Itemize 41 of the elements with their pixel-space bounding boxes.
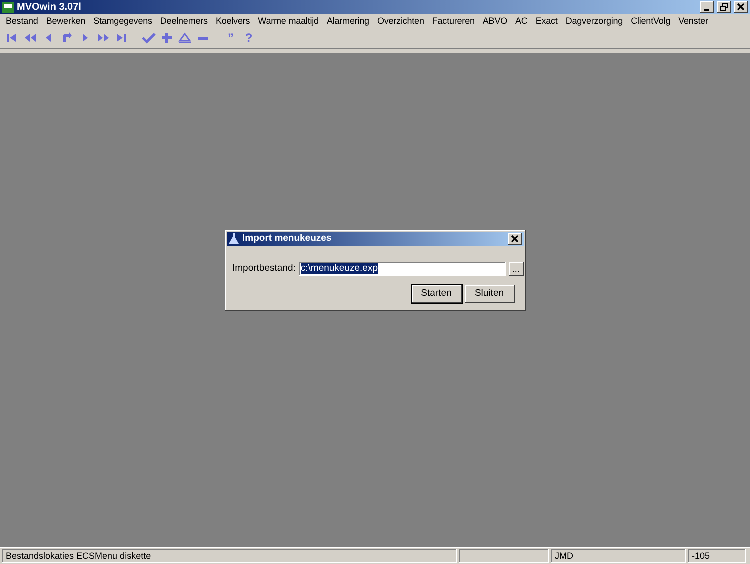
status-panel: Bestandslokaties ECSMenu diskette xyxy=(2,549,457,563)
last-icon[interactable] xyxy=(114,31,128,45)
close-icon xyxy=(510,234,518,242)
restore-button[interactable] xyxy=(717,1,731,13)
plus-icon[interactable] xyxy=(160,31,174,45)
menu-item[interactable]: Dagverzorging xyxy=(562,16,628,26)
browse-button[interactable]: ... xyxy=(508,262,524,276)
menu-item[interactable]: Bewerken xyxy=(42,16,90,26)
menu-item[interactable]: Factureren xyxy=(428,16,479,26)
dialog-title: Import menukeuzes xyxy=(242,233,333,244)
menu-item[interactable]: Alarmering xyxy=(322,16,374,26)
window-title: MVOwin 3.07l xyxy=(17,2,82,12)
status-panel: JMD xyxy=(551,549,686,563)
menu-item[interactable]: ClientVolg xyxy=(627,16,675,26)
minimize-button[interactable] xyxy=(700,1,714,13)
menu-item[interactable]: AC xyxy=(512,16,532,26)
restore-icon xyxy=(720,3,728,11)
menu-item[interactable]: Bestand xyxy=(2,16,42,26)
menu-item[interactable]: Deelnemers xyxy=(156,16,212,26)
fast-forward-icon[interactable] xyxy=(96,31,110,45)
field-label: Importbestand: xyxy=(232,263,296,274)
file-input-field[interactable]: c:\menukeuze.exp xyxy=(298,262,506,276)
triangle-icon[interactable] xyxy=(178,31,192,45)
menu-item[interactable]: Exact xyxy=(532,16,562,26)
close-button[interactable] xyxy=(508,232,522,244)
menu-item[interactable]: Koelvers xyxy=(212,16,254,26)
menu-item[interactable]: Stamgegevens xyxy=(90,16,156,26)
close-dialog-button[interactable]: Sluiten xyxy=(464,284,514,302)
start-button[interactable]: Starten xyxy=(412,284,462,302)
menu-item[interactable]: Warme maaltijd xyxy=(254,16,323,26)
flask-icon xyxy=(228,233,238,244)
close-icon xyxy=(737,3,745,11)
close-button[interactable] xyxy=(734,1,748,13)
check-icon[interactable] xyxy=(142,31,156,45)
refresh-icon[interactable] xyxy=(60,31,74,45)
menu-item[interactable]: ABVO xyxy=(478,16,512,26)
app-logo-icon xyxy=(2,2,14,12)
menu-item[interactable]: Venster xyxy=(674,16,712,26)
menu-item[interactable]: Overzichten xyxy=(373,16,428,26)
status-panel: -105 xyxy=(688,549,746,563)
rewind-icon[interactable] xyxy=(24,31,38,45)
